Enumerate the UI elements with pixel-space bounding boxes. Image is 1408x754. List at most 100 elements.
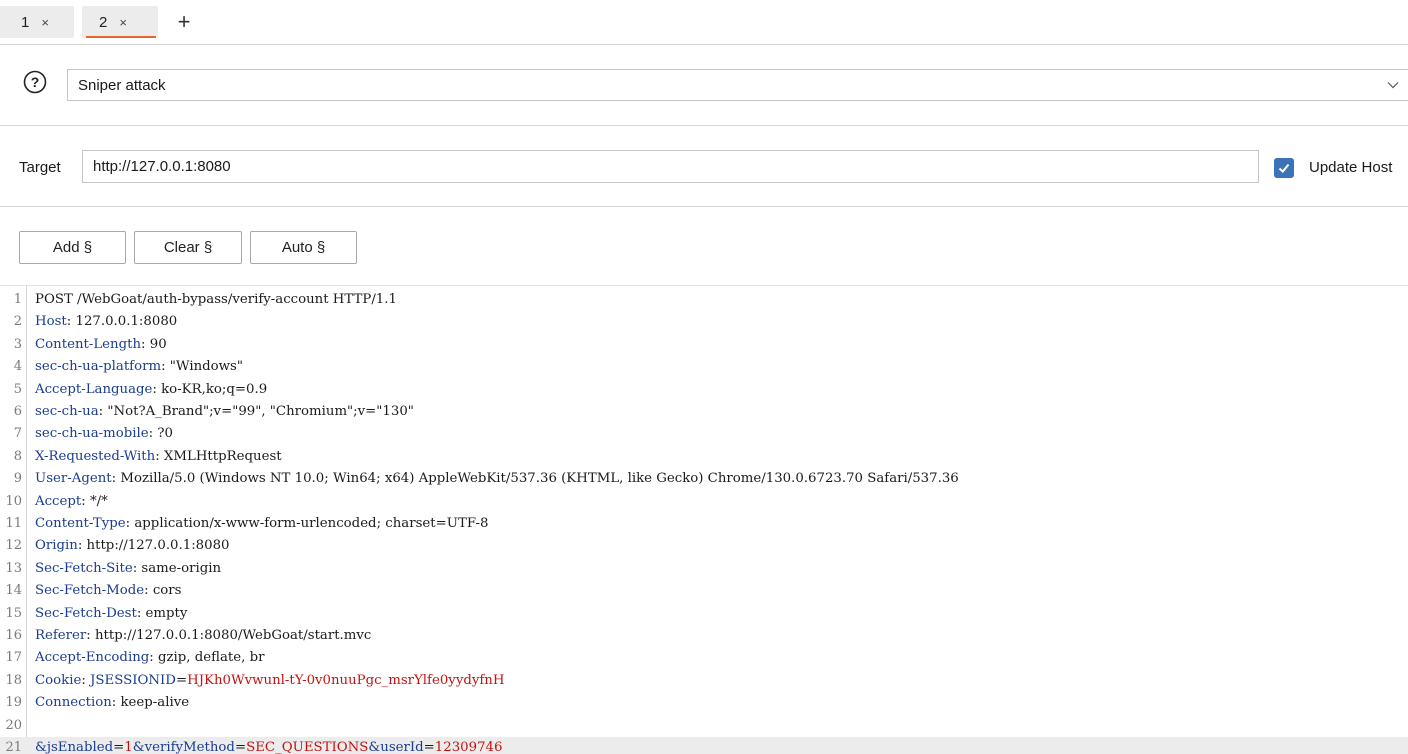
header-value: : same-origin [132, 560, 222, 576]
request-line[interactable]: 13 Sec-Fetch-Site: same-origin [0, 558, 1408, 580]
request-line[interactable]: 12 Origin: http://127.0.0.1:8080 [0, 535, 1408, 557]
update-host-checkbox[interactable] [1274, 158, 1294, 178]
request-line[interactable]: 9 User-Agent: Mozilla/5.0 (Windows NT 10.… [0, 468, 1408, 490]
header-value: : "Not?A_Brand";v="99", "Chromium";v="13… [98, 404, 414, 419]
line-number: 17 [5, 650, 22, 666]
header-value: : http://127.0.0.1:8080 [77, 538, 230, 554]
line-number: 4 [13, 359, 22, 375]
header-name: Connection [35, 695, 112, 711]
header-value: = [423, 740, 435, 754]
header-value: : gzip, deflate, br [149, 650, 265, 666]
header-value: : XMLHttpRequest [155, 448, 282, 464]
request-editor[interactable]: 1 POST /WebGoat/auth-bypass/verify-accoun… [0, 285, 1408, 754]
header-name: Sec-Fetch-Mode [35, 583, 145, 599]
request-line[interactable]: 7 sec-ch-ua-mobile: ?0 [0, 423, 1408, 445]
line-content: POST /WebGoat/auth-bypass/verify-account… [35, 289, 397, 311]
header-name: Accept-Encoding [35, 650, 150, 666]
request-line[interactable]: 11 Content-Type: application/x-www-form-u… [0, 513, 1408, 535]
line-content: X-Requested-With: XMLHttpRequest [35, 446, 282, 468]
line-number: 12 [5, 538, 22, 554]
request-line[interactable]: 3 Content-Length: 90 [0, 334, 1408, 356]
request-line[interactable]: 21 &jsEnabled=1&verifyMethod=SEC_QUESTION… [0, 737, 1408, 754]
request-line[interactable]: 19 Connection: keep-alive [0, 692, 1408, 714]
line-number: 15 [5, 605, 22, 621]
header-name: Cookie [35, 672, 82, 688]
line-number: 3 [13, 336, 22, 352]
close-icon[interactable]: × [41, 15, 49, 30]
close-icon[interactable]: × [119, 15, 127, 30]
target-value: http://127.0.0.1:8080 [93, 158, 231, 175]
header-value: = [113, 740, 125, 754]
header-value: : application/x-www-form-urlencoded; cha… [125, 516, 489, 531]
line-content: sec-ch-ua: "Not?A_Brand";v="99", "Chromi… [35, 401, 414, 423]
line-content: Host: 127.0.0.1:8080 [35, 311, 177, 333]
header-name: User-Agent [35, 471, 112, 487]
tab-label: 2 [99, 13, 108, 31]
request-line[interactable]: 18 Cookie: JSESSIONID=HJKh0Wvwunl-tY-0v0n… [0, 670, 1408, 692]
line-number: 20 [5, 717, 22, 733]
request-line[interactable]: 15 Sec-Fetch-Dest: empty [0, 603, 1408, 625]
header-name: Sec-Fetch-Dest [35, 605, 137, 621]
target-input[interactable]: http://127.0.0.1:8080 [82, 150, 1259, 183]
header-name: Content-Length [35, 336, 142, 352]
header-value: : keep-alive [111, 695, 190, 711]
header-name: Accept [35, 493, 82, 509]
header-name: Sec-Fetch-Site [35, 560, 133, 576]
header-value: : "Windows" [161, 359, 243, 375]
attack-type-select[interactable]: Sniper attack [67, 69, 1408, 101]
line-content: Cookie: JSESSIONID=HJKh0Wvwunl-tY-0v0nuu… [35, 670, 504, 692]
line-content: Referer: http://127.0.0.1:8080/WebGoat/s… [35, 625, 371, 647]
tab-label: 1 [21, 13, 30, 31]
header-name: Origin [35, 538, 78, 554]
request-line[interactable]: 16 Referer: http://127.0.0.1:8080/WebGoat… [0, 625, 1408, 647]
request-line[interactable]: 14 Sec-Fetch-Mode: cors [0, 580, 1408, 602]
header-name: Referer [35, 628, 87, 643]
request-line[interactable]: 1 POST /WebGoat/auth-bypass/verify-accoun… [0, 289, 1408, 311]
line-content: Sec-Fetch-Site: same-origin [35, 558, 221, 580]
help-icon[interactable]: ? [23, 70, 47, 94]
request-line[interactable]: 4 sec-ch-ua-platform: "Windows" [0, 356, 1408, 378]
tab-1[interactable]: 1 × [0, 6, 74, 38]
request-line[interactable]: 10 Accept: */* [0, 491, 1408, 513]
header-name: &verifyMethod [132, 740, 235, 754]
line-number: 14 [5, 583, 22, 599]
request-line[interactable]: 2 Host: 127.0.0.1:8080 [0, 311, 1408, 333]
tab-2[interactable]: 2 × [82, 6, 158, 38]
attack-type-row: ? Sniper attack [0, 45, 1408, 126]
checkmark-icon [1278, 163, 1290, 173]
header-name: &jsEnabled [35, 740, 114, 754]
header-value: : Mozilla/5.0 (Windows NT 10.0; Win64; x… [111, 471, 959, 487]
header-name: &userId [368, 740, 424, 754]
line-content: Content-Type: application/x-www-form-url… [35, 513, 488, 535]
add-position-button[interactable]: Add § [19, 231, 126, 264]
param-value: 12309746 [434, 740, 503, 754]
line-number: 9 [13, 471, 22, 487]
line-number: 2 [13, 314, 22, 330]
auto-positions-button[interactable]: Auto § [250, 231, 357, 264]
line-number: 8 [13, 448, 22, 464]
update-host-label: Update Host [1309, 159, 1393, 176]
clear-positions-button[interactable]: Clear § [134, 231, 242, 264]
line-content: Sec-Fetch-Dest: empty [35, 603, 187, 625]
header-name: X-Requested-With [35, 448, 156, 464]
header-name: JSESSIONID [90, 672, 176, 688]
line-content: Origin: http://127.0.0.1:8080 [35, 535, 230, 557]
param-value: 1 [124, 740, 133, 754]
target-row: Target http://127.0.0.1:8080 Update Host [0, 126, 1408, 207]
tab-strip: 1 × 2 × + [0, 0, 1408, 45]
line-content: sec-ch-ua-mobile: ?0 [35, 423, 173, 445]
request-line[interactable]: 6 sec-ch-ua: "Not?A_Brand";v="99", "Chrom… [0, 401, 1408, 423]
request-line[interactable]: 20 [0, 715, 1408, 737]
line-content: Accept-Language: ko-KR,ko;q=0.9 [35, 379, 267, 401]
svg-text:?: ? [31, 74, 40, 90]
header-value: : empty [136, 605, 188, 621]
target-label: Target [19, 159, 61, 176]
request-line[interactable]: 17 Accept-Encoding: gzip, deflate, br [0, 647, 1408, 669]
header-value: : 90 [141, 336, 167, 352]
add-tab-button[interactable]: + [172, 6, 196, 38]
request-line[interactable]: 8 X-Requested-With: XMLHttpRequest [0, 446, 1408, 468]
request-line[interactable]: 5 Accept-Language: ko-KR,ko;q=0.9 [0, 379, 1408, 401]
line-number: 19 [5, 695, 22, 711]
header-name: Accept-Language [35, 381, 153, 397]
line-content: User-Agent: Mozilla/5.0 (Windows NT 10.0… [35, 468, 959, 490]
